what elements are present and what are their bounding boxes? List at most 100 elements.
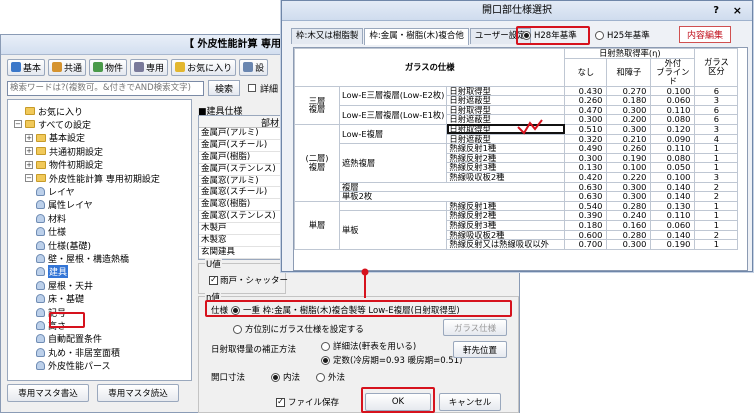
tree-item[interactable]: 床・基礎 [36,293,84,305]
class-header: ガラス 区分 [694,48,739,87]
save-file-checkbox[interactable]: ✓ [276,397,285,407]
glass-subtype-cell[interactable]: 日射取得型 [446,104,566,116]
glass-subtype-cell[interactable]: 熱線反射2種 [446,152,566,164]
glass-subtype-cell[interactable]: 熱線反射3種 [446,162,566,173]
spec-row[interactable]: 金属戸(スチール) [199,140,285,152]
toolbar-button-1[interactable]: 共通 [48,58,87,76]
tree-item[interactable]: 仕様 [36,226,66,238]
detail-method-radio[interactable] [321,341,330,351]
eta-value-cell: 0.140 [650,181,696,193]
eta-value-cell: 0.280 [606,200,652,212]
tree-item[interactable]: 外皮性能パース [36,360,111,372]
collapse-icon[interactable]: − [14,120,22,129]
master-read-button[interactable]: 専用マスタ読込 [97,384,179,402]
table-row[interactable]: 単板2枚 0.630 0.300 0.140 2 [295,191,739,202]
spec-row[interactable]: 金属窓(アルミ) [199,176,285,188]
collapse-icon[interactable]: − [25,174,33,182]
glass-subtype-cell[interactable]: 日射取得型 [446,123,566,135]
glass-subtype-cell[interactable]: 熱線反射2種 [446,210,566,221]
toolbar-button-0[interactable]: 基本 [7,58,46,76]
close-icon[interactable]: × [733,1,742,21]
eave-position-button[interactable]: 軒先位置 [453,341,507,358]
tree-item[interactable]: − 外皮性能計算 専用初期設定 [25,172,160,185]
table-row[interactable]: 複層 0.630 0.300 0.140 2 [295,181,739,193]
glass-subtype-cell[interactable]: 熱線反射又は熱線吸収以外 [446,239,566,250]
setting-icon [36,347,45,357]
glass-subtype-cell[interactable]: 熱線反射1種 [446,143,566,154]
spec-row[interactable]: 金属窓(樹脂) [199,199,285,212]
glass-subtype-cell[interactable]: 日射遮蔽型 [446,95,566,106]
tree-item[interactable]: 仕様(基礎) [36,239,91,252]
h25-radio[interactable] [595,30,604,40]
tree-item[interactable]: − すべての設定 [14,118,91,131]
glass-class-cell: 2 [694,191,739,202]
tree-item[interactable]: + 基本設定 [25,132,85,144]
expand-icon[interactable]: + [25,160,33,169]
standard-h25[interactable]: H25年基準 [595,29,650,41]
constant-method-radio[interactable] [321,355,330,365]
setting-icon [36,280,45,290]
tree-item[interactable]: + 共通初期設定 [25,145,103,158]
glass-subtype-cell[interactable]: 熱線反射1種 [446,200,566,212]
master-write-button[interactable]: 専用マスタ書込 [7,384,89,402]
per-direction-radio[interactable] [233,324,242,334]
search-button[interactable]: 検索 [208,80,240,96]
u-value-caption: U値 [205,258,222,270]
tree-item[interactable]: 自動配置条件 [36,333,102,345]
tree-item[interactable]: 丸め・非居室面積 [36,346,121,359]
toolbar-button-4[interactable]: お気に入り [171,58,237,76]
glass-subtype-cell[interactable]: 熱線反射3種 [446,219,566,231]
tree-item[interactable]: 建具 [36,265,69,279]
outside-radio[interactable] [316,372,325,382]
spec-row[interactable]: 木製戸 [199,223,285,236]
toolbar-button-5[interactable]: 設 [239,58,269,76]
spec-row[interactable]: 金属戸(ステンレス) [199,164,285,176]
tab-metal-composite[interactable]: 枠:金属・樹脂(木)複合他 [364,28,469,45]
inside-radio[interactable] [271,372,280,382]
expand-icon[interactable]: + [25,133,33,142]
tab-wood-resin[interactable]: 枠:木又は樹脂製 [291,28,364,44]
table-row[interactable]: 三層 複層 Low-E三層複層(Low-E2枚) 日射取得型 0.430 0.270 0.… [294,85,739,125]
glass-subtype-cell[interactable]: 日射遮蔽型 [446,133,566,145]
spec-row[interactable]: 金属窓(ステンレス) [199,211,285,224]
tree-item[interactable]: 属性レイヤ [36,199,93,211]
tree-item-label: 丸め・非居室面積 [48,348,121,359]
spec-row[interactable]: 金属戸(アルミ) [199,128,285,140]
glass-subtype-cell[interactable]: 熱線吸収板2種 [446,229,566,241]
cancel-button[interactable]: キャンセル [439,393,501,411]
tree-item[interactable]: 壁・屋根・構造熱橋 [36,252,129,265]
glass-subtype-cell[interactable]: 熱線吸収板2種 [446,171,566,183]
glass-spec-button[interactable]: ガラス仕様 [443,319,507,336]
table-row[interactable]: Low-E三層複層(Low-E1枚) 日射取得型 0.470 0.300 0.110 6 [295,104,739,125]
tree-item[interactable]: お気に入り [14,105,83,118]
detail-checkbox[interactable] [248,84,256,92]
search-input[interactable] [7,80,204,96]
eta-value-cell: 0.510 [564,123,608,135]
tree-item[interactable]: レイヤ [36,185,75,198]
toolbar-button-2[interactable]: 物件 [89,58,128,76]
edit-content-button[interactable]: 内容編集 [679,26,731,43]
tree-item[interactable]: 材料 [36,212,66,225]
tree-item[interactable]: + 物件初期設定 [25,159,103,171]
expand-icon[interactable]: + [25,147,33,156]
spec-row[interactable]: 木製窓 [199,235,285,247]
glass-spec-table[interactable]: ガラスの仕様 日射熱取得率(η) ガラス 区分 なし 和障子 外付 ブラインド … [293,47,748,271]
eta-value-cell: 0.300 [606,191,652,202]
table-row[interactable]: 単板 熱線反射2種 0.390 0.240 0.110 1 [295,210,739,250]
help-icon[interactable]: ? [713,1,719,21]
spec-row[interactable]: 金属戸(樹脂) [199,152,285,164]
glass-subtype-cell[interactable]: 日射取得型 [446,85,566,97]
toolbar-button-3[interactable]: 専用 [130,58,169,76]
shutter-checkbox[interactable]: ✓ [209,275,218,285]
table-row[interactable]: 単層 熱線反射1種 0.540 0.280 0.130 1 [294,200,739,250]
spec-row[interactable]: 玄関建具 [199,247,285,259]
tree-item-label: 床・基礎 [48,295,85,306]
eta-value-cell: 0.110 [650,104,696,116]
tree-item[interactable]: 屋根・天井 [36,279,93,292]
settings-tree[interactable]: お気に入り − すべての設定 + 基本設定 + 共通初期設定 + 物件初期設定 − 外皮性能計算 専… [7,99,192,381]
spec-row[interactable]: 金属窓(スチール) [199,187,285,200]
glass-subtype-cell[interactable]: 日射遮蔽型 [446,114,566,125]
eta-value-cell: 0.490 [564,143,608,154]
table-row[interactable]: 遮熱複層 熱線反射1種 0.490 0.260 0.110 1 [295,143,739,183]
fitting-spec-list[interactable]: 部材 金属戸(アルミ) 金属戸(スチール) 金属戸(樹脂) 金属戸(ステンレス) 金属窓… [198,115,286,260]
